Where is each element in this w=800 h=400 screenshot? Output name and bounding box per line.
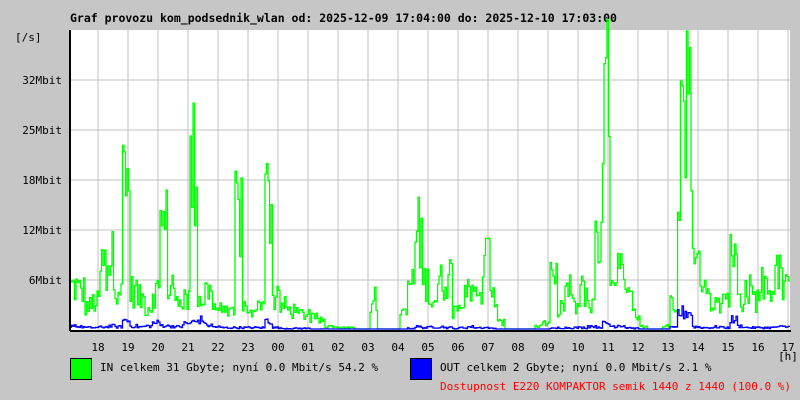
legend-in-text: IN celkem 31 Gbyte; nyní 0.0 Mbit/s 54.2… — [100, 361, 379, 374]
x-tick-label: 00 — [271, 341, 284, 354]
availability-text: Dostupnost E220 KOMPAKTOR semik 1440 z 1… — [440, 380, 791, 393]
x-tick-label: 20 — [151, 341, 164, 354]
y-tick-label: 32Mbit — [22, 74, 62, 87]
x-tick-label: 01 — [301, 341, 314, 354]
x-tick-label: 10 — [571, 341, 584, 354]
x-tick-label: 18 — [91, 341, 104, 354]
x-tick-label: 16 — [751, 341, 764, 354]
x-tick-label: 21 — [181, 341, 194, 354]
x-tick-label: 07 — [481, 341, 494, 354]
x-tick-label: 22 — [211, 341, 224, 354]
x-tick-label: 19 — [121, 341, 134, 354]
x-tick-label: 09 — [541, 341, 554, 354]
x-tick-label: 14 — [691, 341, 705, 354]
legend-in-swatch — [70, 358, 92, 380]
y-tick-label: 18Mbit — [22, 174, 62, 187]
x-axis-unit: [h] — [778, 350, 798, 363]
x-tick-label: 13 — [661, 341, 674, 354]
x-tick-label: 05 — [421, 341, 434, 354]
legend-out-text: OUT celkem 2 Gbyte; nyní 0.0 Mbit/s 2.1 … — [440, 361, 712, 374]
y-tick-label: 25Mbit — [22, 124, 62, 137]
x-tick-label: 06 — [451, 341, 464, 354]
traffic-chart: 18 19 20 21 22 23 00 01 02 03 04 05 06 07 08 09 10 11 12 13… — [22, 18, 798, 363]
x-tick-label: 03 — [361, 341, 374, 354]
x-tick-label: 23 — [241, 341, 254, 354]
y-tick-label: 12Mbit — [22, 224, 62, 237]
y-tick-label: 6Mbit — [29, 274, 62, 287]
x-tick-label: 12 — [631, 341, 644, 354]
x-tick-label: 08 — [511, 341, 524, 354]
x-tick-label: 02 — [331, 341, 344, 354]
x-tick-label: 11 — [601, 341, 614, 354]
legend-out-swatch — [410, 358, 432, 380]
x-tick-label: 04 — [391, 341, 405, 354]
x-tick-label: 15 — [721, 341, 734, 354]
